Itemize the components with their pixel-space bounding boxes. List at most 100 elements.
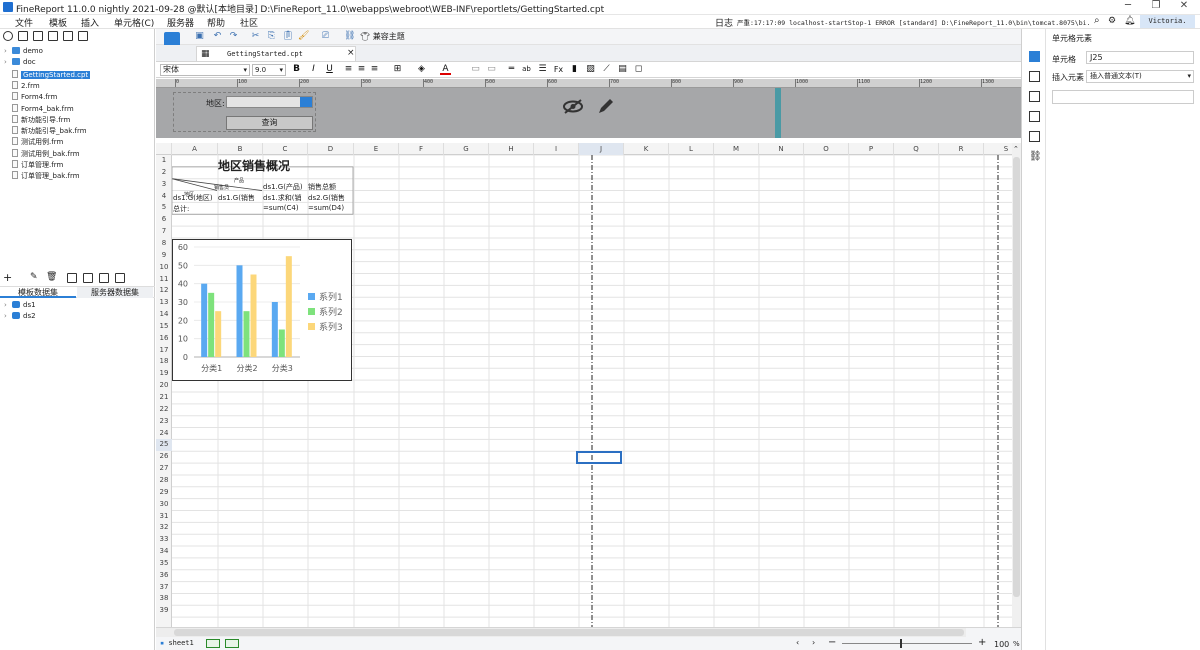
row-header-cell[interactable]: 5: [156, 202, 172, 214]
bell-icon[interactable]: 🔔︎: [1124, 16, 1135, 26]
scroll-thumb[interactable]: [174, 629, 964, 636]
row-header-cell[interactable]: 38: [156, 593, 172, 605]
save-icon[interactable]: ▣: [194, 31, 205, 42]
expand-icon[interactable]: ›: [4, 47, 12, 55]
cell-a4[interactable]: ds1.G(地区): [173, 193, 217, 203]
log-label[interactable]: 日志: [715, 16, 733, 29]
row-header-cell[interactable]: 27: [156, 463, 172, 475]
cell-d5[interactable]: =sum(D4): [308, 204, 344, 212]
row-header-cell[interactable]: 8: [156, 238, 172, 250]
tab-gettingstarted[interactable]: ▦ GettingStarted.cpt ×: [196, 46, 356, 61]
cell-field[interactable]: J25: [1086, 51, 1194, 64]
cell-product-header[interactable]: 产品: [234, 177, 244, 184]
align-left-icon[interactable]: ≡: [343, 64, 354, 75]
bar[interactable]: [243, 311, 250, 357]
menu-server[interactable]: 服务器: [167, 16, 194, 29]
fill-color-icon[interactable]: ◈: [416, 64, 427, 75]
add-sheet-icon[interactable]: [206, 639, 220, 648]
row-header-cell[interactable]: 12: [156, 285, 172, 297]
widget-setting-icon[interactable]: [1029, 111, 1040, 122]
column-header-cell[interactable]: I: [534, 143, 579, 155]
cell-content-input[interactable]: [1052, 90, 1194, 104]
tree-item[interactable]: 订单管理_bak.frm: [4, 171, 80, 182]
condition-attribute-icon[interactable]: [1029, 131, 1040, 142]
cell-sales-header[interactable]: 销售员: [214, 184, 229, 191]
tree-item[interactable]: Form4_bak.frm: [4, 103, 74, 115]
tab-server-datasets[interactable]: 服务器数据集: [77, 287, 153, 298]
copy-icon[interactable]: ⎘: [266, 31, 277, 42]
tree-item[interactable]: 测试用例_bak.frm: [4, 148, 80, 160]
row-header-cell[interactable]: 14: [156, 309, 172, 321]
row-header-cell[interactable]: 20: [156, 380, 172, 392]
edit-icon[interactable]: [596, 96, 616, 116]
insert-row-icon[interactable]: ═: [506, 64, 517, 75]
edit-dataset-icon[interactable]: ✎: [30, 272, 38, 282]
preview-icon[interactable]: [67, 273, 77, 283]
search-icon[interactable]: ⌕: [1094, 15, 1100, 26]
row-header-cell[interactable]: 24: [156, 428, 172, 440]
add-dataset-icon[interactable]: +: [3, 271, 12, 284]
redo-icon[interactable]: ↷: [228, 31, 239, 42]
cell-b4[interactable]: ds1.G(销售: [218, 193, 262, 203]
tree-item[interactable]: 新功能引导_bak.frm: [4, 126, 87, 137]
cell-a5[interactable]: 总计:: [173, 204, 189, 214]
settings-icon[interactable]: ⚙: [1108, 16, 1116, 26]
merge-icon[interactable]: ▭: [470, 64, 481, 75]
row-header-cell[interactable]: 25: [156, 439, 172, 452]
slash-icon[interactable]: ⟋: [601, 64, 612, 75]
row-header-cell[interactable]: 16: [156, 333, 172, 345]
image-icon[interactable]: ▨: [585, 64, 596, 75]
row-header-cell[interactable]: 7: [156, 226, 172, 238]
theme-button[interactable]: 👕︎ 兼容主题: [360, 31, 405, 42]
zoom-slider[interactable]: [842, 639, 972, 648]
dataset-item[interactable]: › ds2: [4, 312, 36, 323]
cell-title[interactable]: 地区销售概况: [218, 157, 290, 174]
row-header-cell[interactable]: 19: [156, 368, 172, 380]
column-header-cell[interactable]: A: [172, 143, 218, 155]
tab-close-icon[interactable]: ×: [347, 48, 355, 58]
menu-file[interactable]: 文件: [15, 16, 33, 29]
column-header-cell[interactable]: O: [804, 143, 849, 155]
cell-d4[interactable]: ds2.G(销售: [308, 193, 352, 203]
tree-item[interactable]: 新功能引导.frm: [4, 114, 70, 126]
bar[interactable]: [236, 265, 243, 357]
underline-icon[interactable]: U: [324, 64, 335, 75]
scroll-thumb[interactable]: [1013, 157, 1020, 597]
row-header-cell[interactable]: 28: [156, 475, 172, 487]
tree-item[interactable]: 2.frm: [4, 80, 40, 92]
expand-icon[interactable]: ›: [4, 58, 12, 66]
row-header-cell[interactable]: 35: [156, 558, 172, 570]
cell-attribute-icon[interactable]: [1029, 71, 1040, 82]
row-header-cell[interactable]: 9: [156, 250, 172, 262]
row-header-cell[interactable]: 4: [156, 191, 172, 203]
select-all-corner[interactable]: [156, 143, 172, 155]
bar[interactable]: [208, 292, 215, 357]
refresh-icon[interactable]: [3, 31, 13, 41]
row-header-cell[interactable]: 11: [156, 274, 172, 286]
menu-template[interactable]: 模板: [49, 16, 67, 29]
tree-item[interactable]: › demo: [4, 47, 43, 58]
column-header-cell[interactable]: C: [263, 143, 308, 155]
undo-icon[interactable]: ↶: [212, 31, 223, 42]
query-button[interactable]: 查询: [226, 116, 313, 130]
tree-item[interactable]: GettingStarted.cpt: [4, 69, 91, 81]
formula-icon[interactable]: Fx: [553, 64, 564, 75]
menu-cell[interactable]: 单元格(C): [114, 16, 154, 29]
menu-community[interactable]: 社区: [240, 16, 258, 29]
tree-item[interactable]: › doc: [4, 58, 36, 69]
bar[interactable]: [215, 311, 222, 357]
row-header-cell[interactable]: 10: [156, 262, 172, 274]
row-header-cell[interactable]: 3: [156, 179, 172, 191]
row-header-cell[interactable]: 31: [156, 511, 172, 523]
bar[interactable]: [271, 302, 278, 357]
column-header-cell[interactable]: S: [984, 143, 1012, 155]
row-header-cell[interactable]: 37: [156, 582, 172, 594]
hyperlink-icon[interactable]: ⛓︎: [1029, 151, 1042, 162]
row-header-cell[interactable]: 29: [156, 487, 172, 499]
float-element-icon[interactable]: [1029, 91, 1040, 102]
font-select[interactable]: 宋体 ▾: [160, 64, 250, 76]
database-icon[interactable]: [115, 273, 125, 283]
cell-c3[interactable]: ds1.G(产品): [263, 182, 303, 192]
row-header-cell[interactable]: 32: [156, 522, 172, 534]
cell-c4[interactable]: ds1.求和(销: [263, 193, 307, 203]
